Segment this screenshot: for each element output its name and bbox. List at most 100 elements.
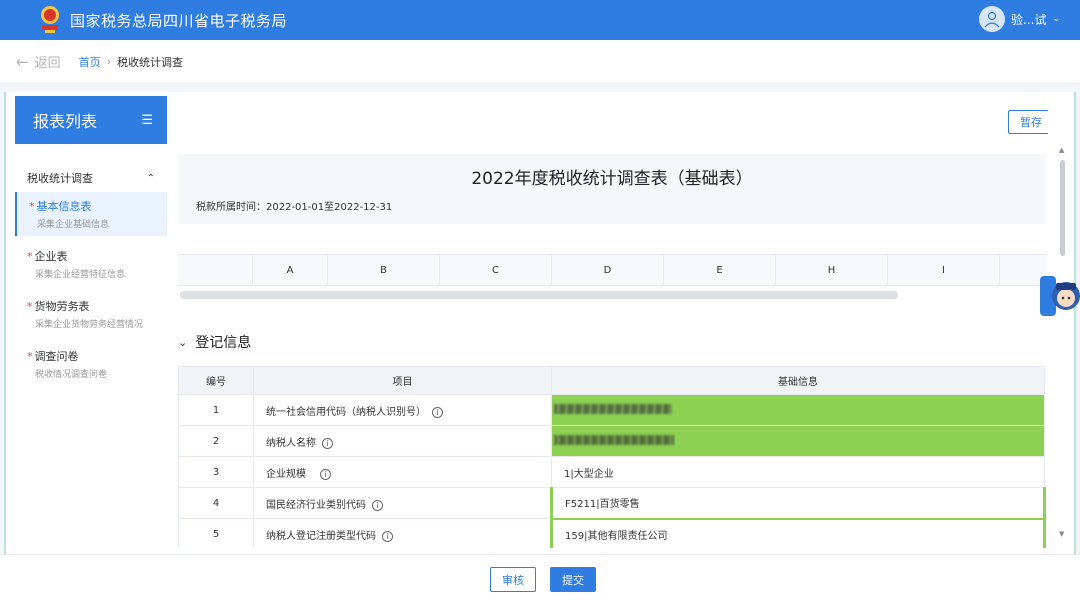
- top-navigation-bar: 国家税务总局四川省电子税务局 验...试 ⌄: [0, 0, 1080, 40]
- info-icon[interactable]: i: [372, 499, 383, 511]
- scroll-up-icon[interactable]: ▲: [1059, 146, 1064, 154]
- column-header-h: H: [776, 255, 888, 285]
- info-icon[interactable]: i: [320, 468, 331, 480]
- arrow-left-icon: ←: [16, 52, 29, 71]
- row-item-label: 统一社会信用代码（纳税人识别号）: [266, 406, 426, 418]
- sidebar-group-label: 税收统计调查: [27, 172, 93, 185]
- report-list-sidebar: 报表列表 ☰ 税收统计调查 ⌃ * 基本信息表 采集企业基础信息 * 企业表 采集企…: [15, 96, 167, 548]
- column-header-e: E: [664, 255, 776, 285]
- review-button[interactable]: 审核: [490, 567, 536, 592]
- section-header-registration[interactable]: ⌄ 登记信息: [178, 332, 251, 352]
- section-title: 登记信息: [195, 335, 252, 351]
- row-number: 2: [178, 425, 254, 457]
- required-marker: *: [27, 250, 33, 263]
- redacted-value: [554, 403, 672, 414]
- table-header-no: 编号: [178, 366, 254, 395]
- report-main-area: 暂存 2022年度税收统计调查表（基础表） 税款所属时间：2022-01-01至…: [178, 96, 1048, 548]
- row-item: 国民经济行业类别代码 i: [253, 487, 552, 519]
- sidebar-item-label: 基本信息表: [36, 200, 92, 213]
- taxpayer-name-field[interactable]: [551, 425, 1045, 457]
- report-title-box: 2022年度税收统计调查表（基础表） 税款所属时间：2022-01-01至202…: [178, 154, 1046, 224]
- info-icon[interactable]: i: [432, 406, 443, 418]
- row-item-label: 纳税人名称: [266, 437, 316, 449]
- sidebar-item-subtitle: 采集企业货物劳务经营情况: [35, 320, 144, 330]
- sidebar-item-label: 企业表: [34, 250, 68, 263]
- sidebar-item-questionnaire[interactable]: * 调查问卷 税收情况调查问卷: [15, 342, 167, 386]
- row-number: 1: [178, 394, 254, 426]
- user-avatar-icon: [979, 6, 1005, 32]
- sidebar-item-goods-services[interactable]: * 货物劳务表 采集企业货物劳务经营情况: [15, 292, 167, 336]
- row-item: 企业规模 i: [253, 456, 552, 488]
- redacted-value: [554, 434, 674, 445]
- info-icon[interactable]: i: [382, 530, 393, 542]
- scroll-down-icon[interactable]: ▼: [1059, 530, 1064, 538]
- row-number: 4: [178, 487, 254, 519]
- info-icon[interactable]: i: [322, 437, 333, 449]
- back-button[interactable]: ← 返回: [16, 52, 61, 72]
- registration-info-table: 编号 项目 基础信息 1 统一社会信用代码（纳税人识别号） i 2 纳税人名称 i …: [178, 366, 1046, 548]
- required-marker: *: [27, 350, 33, 363]
- required-marker: *: [27, 300, 33, 313]
- bottom-action-bar: 审核 提交: [0, 554, 1080, 606]
- row-item-label: 企业规模: [266, 468, 306, 480]
- column-header-c: C: [440, 255, 552, 285]
- row-item: 纳税人登记注册类型代码 i: [253, 518, 552, 548]
- credit-code-field[interactable]: [551, 394, 1045, 426]
- collapse-menu-icon[interactable]: ☰: [141, 113, 153, 128]
- table-row: 3 企业规模 i 1|大型企业: [178, 456, 1045, 488]
- enterprise-size-field[interactable]: 1|大型企业: [551, 456, 1045, 488]
- site-title: 国家税务总局四川省电子税务局: [70, 12, 288, 30]
- column-header-corner: [178, 255, 253, 285]
- sidebar-item-subtitle: 采集企业基础信息: [37, 220, 110, 230]
- sidebar-header: 报表列表 ☰: [15, 96, 167, 144]
- column-header-i: I: [888, 255, 1000, 285]
- sidebar-item-basic-info[interactable]: * 基本信息表 采集企业基础信息: [15, 192, 167, 236]
- breadcrumb: 首页 › 税收统计调查: [79, 54, 183, 70]
- breadcrumb-home-link[interactable]: 首页: [79, 54, 101, 70]
- table-row: 2 纳税人名称 i: [178, 425, 1045, 457]
- vertical-scrollbar[interactable]: ▲ ▼: [1058, 146, 1068, 542]
- back-label: 返回: [34, 56, 61, 71]
- row-number: 3: [178, 456, 254, 488]
- chevron-down-icon: ⌄: [178, 335, 188, 349]
- required-marker: *: [29, 200, 35, 213]
- sidebar-title: 报表列表: [33, 112, 98, 131]
- breadcrumb-bar: ← 返回 首页 › 税收统计调查: [0, 40, 1080, 84]
- user-menu[interactable]: 验...试 ⌄: [979, 6, 1060, 32]
- submit-button[interactable]: 提交: [550, 567, 596, 592]
- tax-bureau-logo-icon: [41, 6, 59, 33]
- breadcrumb-current: 税收统计调查: [117, 55, 183, 69]
- tax-period: 税款所属时间：2022-01-01至2022-12-31: [196, 202, 393, 213]
- chevron-up-icon: ⌃: [146, 172, 155, 184]
- table-header-value: 基础信息: [551, 366, 1045, 395]
- row-item: 纳税人名称 i: [253, 425, 552, 457]
- table-header-row: 编号 项目 基础信息: [178, 366, 1045, 395]
- industry-code-field[interactable]: F5211|百货零售: [550, 487, 1046, 520]
- report-title: 2022年度税收统计调查表（基础表）: [471, 169, 753, 189]
- row-item: 统一社会信用代码（纳税人识别号） i: [253, 394, 552, 426]
- interactive-assistant-mascot-icon[interactable]: [1040, 274, 1080, 318]
- sidebar-item-label: 货物劳务表: [34, 300, 90, 313]
- user-name: 验...试: [1011, 12, 1047, 27]
- save-draft-button[interactable]: 暂存: [1008, 110, 1048, 134]
- sidebar-item-enterprise[interactable]: * 企业表 采集企业经营特征信息: [15, 242, 167, 286]
- registration-type-field[interactable]: 159|其他有限责任公司: [550, 518, 1046, 548]
- column-header-b: B: [328, 255, 440, 285]
- table-row: 4 国民经济行业类别代码 i F5211|百货零售: [178, 487, 1046, 520]
- table-row: 5 纳税人登记注册类型代码 i 159|其他有限责任公司: [178, 518, 1046, 548]
- breadcrumb-separator: ›: [106, 55, 111, 68]
- table-row: 1 统一社会信用代码（纳税人识别号） i: [178, 394, 1045, 426]
- sidebar-item-label: 调查问卷: [34, 350, 79, 363]
- horizontal-scrollbar[interactable]: [180, 291, 898, 299]
- column-header-d: D: [552, 255, 664, 285]
- sidebar-group-header[interactable]: 税收统计调查 ⌃: [15, 170, 167, 186]
- row-item-label: 纳税人登记注册类型代码: [266, 530, 376, 542]
- sidebar-item-subtitle: 采集企业经营特征信息: [35, 270, 126, 280]
- table-header-item: 项目: [253, 366, 552, 395]
- sidebar-item-subtitle: 税收情况调查问卷: [35, 370, 108, 380]
- column-header-a: A: [253, 255, 328, 285]
- chevron-down-icon: ⌄: [1052, 14, 1060, 24]
- scrollbar-thumb[interactable]: [1060, 160, 1065, 256]
- row-number: 5: [178, 518, 254, 548]
- spreadsheet-column-header: A B C D E H I: [178, 254, 1046, 286]
